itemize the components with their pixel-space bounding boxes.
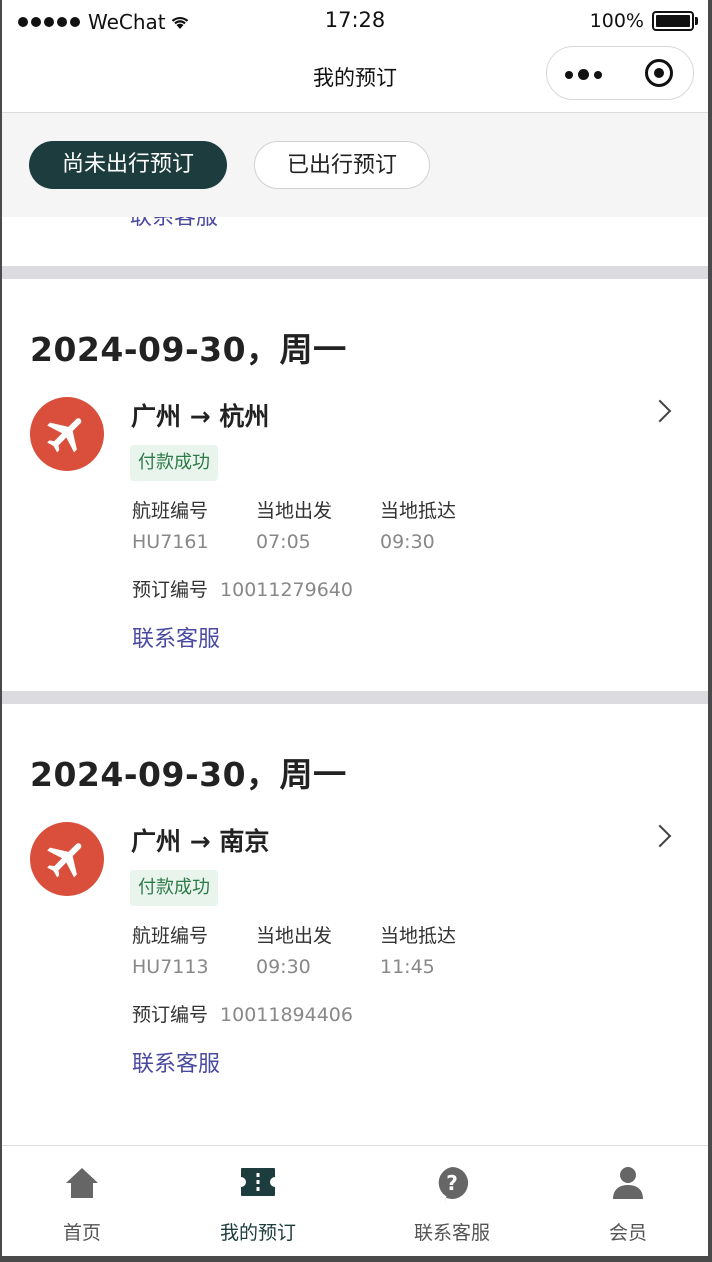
booking-number-row: 预订编号 10011279640 — [132, 575, 353, 602]
more-menu-icon[interactable] — [565, 69, 602, 80]
booking-card[interactable]: 2024-09-30，周一 广州 → 杭州 付款成功 航班编号 HU7161 当… — [2, 279, 708, 691]
tab-my-bookings-label: 我的预订 — [219, 1222, 296, 1244]
card-divider — [2, 691, 708, 704]
tab-membership-label: 会员 — [608, 1222, 647, 1244]
departure-label: 当地出发 — [256, 500, 333, 522]
arrival-label: 当地抵达 — [380, 925, 457, 947]
tab-past-bookings[interactable]: 已出行预订 — [254, 141, 430, 189]
arrival-field: 当地抵达 11:45 — [380, 921, 456, 978]
tab-membership[interactable]: 会员 — [540, 1146, 708, 1256]
contact-service-link[interactable]: 联系客服 — [132, 621, 220, 653]
home-icon — [2, 1166, 170, 1202]
battery-percent: 100% — [589, 10, 644, 32]
tab-customer-service[interactable]: ? 联系客服 — [364, 1146, 540, 1256]
tab-home[interactable]: 首页 — [2, 1146, 170, 1256]
departure-time: 07:05 — [256, 531, 311, 553]
battery-icon — [652, 11, 698, 31]
help-icon: ? — [364, 1166, 540, 1203]
tab-upcoming-bookings[interactable]: 尚未出行预订 — [29, 141, 227, 189]
flight-number-field: 航班编号 HU7113 — [132, 921, 209, 978]
tab-home-label: 首页 — [62, 1222, 101, 1244]
booking-date: 2024-09-30，周一 — [30, 755, 347, 794]
departure-field: 当地出发 07:05 — [256, 496, 332, 553]
card-divider — [2, 266, 708, 279]
phone-frame: WeChat 17:28 100% 我的预订 尚未出行预订 已出行预订 联系客服 — [2, 0, 708, 1256]
arrival-time: 11:45 — [380, 956, 435, 978]
departure-label: 当地出发 — [256, 925, 333, 947]
booking-number-label: 预订编号 — [132, 579, 209, 601]
chevron-right-icon[interactable] — [648, 824, 672, 848]
status-bar: WeChat 17:28 100% — [2, 0, 708, 46]
booking-number-value: 10011279640 — [220, 579, 353, 601]
contact-service-link[interactable]: 联系客服 — [130, 217, 218, 231]
arrival-label: 当地抵达 — [380, 500, 457, 522]
flight-number-label: 航班编号 — [132, 925, 209, 947]
contact-service-link[interactable]: 联系客服 — [132, 1046, 220, 1078]
departure-time: 09:30 — [256, 956, 311, 978]
filter-tabs: 尚未出行预订 已出行预订 — [2, 113, 708, 217]
booking-card[interactable]: 2024-09-30，周一 广州 → 南京 付款成功 航班编号 HU7113 当… — [2, 704, 708, 1145]
departure-field: 当地出发 09:30 — [256, 921, 332, 978]
svg-text:?: ? — [446, 1171, 458, 1195]
nav-bar: 我的预订 — [2, 46, 708, 113]
bottom-tab-bar: 首页 我的预订 ? 联系客服 会员 — [2, 1145, 708, 1256]
payment-status-badge: 付款成功 — [130, 445, 218, 481]
flight-number-field: 航班编号 HU7161 — [132, 496, 209, 553]
tab-my-bookings[interactable]: 我的预订 — [170, 1146, 346, 1256]
airplane-icon — [30, 397, 104, 471]
flight-route: 广州 → 南京 — [131, 827, 270, 856]
status-right: 100% — [589, 10, 698, 32]
arrival-time: 09:30 — [380, 531, 435, 553]
tab-customer-service-label: 联系客服 — [413, 1222, 490, 1244]
arrival-field: 当地抵达 09:30 — [380, 496, 456, 553]
bookings-list[interactable]: 联系客服 2024-09-30，周一 广州 → 杭州 付款成功 航班编号 HU7… — [2, 217, 708, 1145]
miniprogram-capsule — [546, 46, 694, 100]
flight-number-value: HU7113 — [132, 956, 209, 978]
ticket-icon — [170, 1166, 346, 1202]
chevron-right-icon[interactable] — [648, 399, 672, 423]
payment-status-badge: 付款成功 — [130, 870, 218, 906]
booking-number-row: 预订编号 10011894406 — [132, 1000, 353, 1027]
close-miniprogram-icon[interactable] — [645, 59, 673, 87]
flight-number-label: 航班编号 — [132, 500, 209, 522]
airplane-icon — [30, 822, 104, 896]
booking-number-value: 10011894406 — [220, 1004, 353, 1026]
booking-number-label: 预订编号 — [132, 1004, 209, 1026]
flight-route: 广州 → 杭州 — [131, 402, 270, 431]
user-icon — [540, 1166, 708, 1202]
flight-number-value: HU7161 — [132, 531, 209, 553]
booking-date: 2024-09-30，周一 — [30, 330, 347, 369]
